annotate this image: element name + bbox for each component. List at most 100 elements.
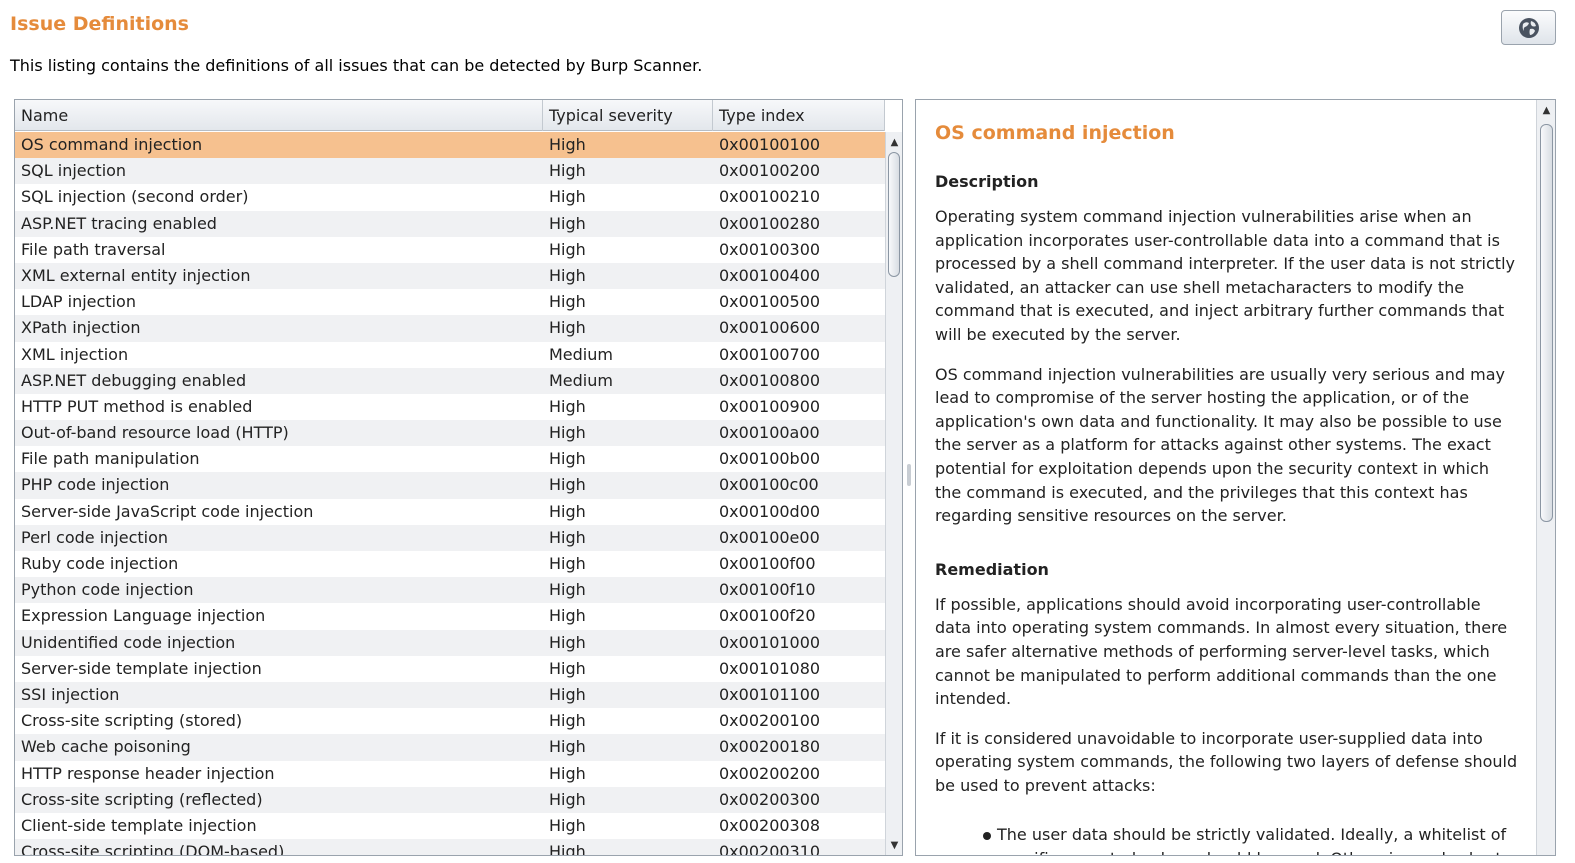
cell-severity: High	[549, 842, 586, 856]
cell-name: Out-of-band resource load (HTTP)	[21, 423, 289, 443]
cell-type-index: 0x00100300	[719, 239, 821, 259]
cell-name: SQL injection (second order)	[21, 187, 249, 207]
table-row[interactable]: Web cache poisoning High 0x00200180	[15, 734, 885, 761]
table-row[interactable]: HTTP response header injection High 0x0020…	[15, 761, 885, 787]
table-row[interactable]: XML external entity injection High 0x00100…	[15, 262, 885, 290]
cell-severity: Medium	[549, 344, 613, 364]
table-row[interactable]: Python code injection High 0x00100f10	[15, 577, 885, 604]
table-row[interactable]: File path traversal High 0x00100300	[15, 237, 885, 263]
column-header-type-index[interactable]: Type index	[713, 100, 885, 131]
cell-severity: High	[549, 684, 586, 704]
cell-name: File path manipulation	[21, 449, 200, 469]
table-row[interactable]: Client-side template injection High 0x0020…	[15, 813, 885, 839]
column-header-severity[interactable]: Typical severity	[543, 100, 713, 131]
table-row[interactable]: XPath injection High 0x00100600	[15, 315, 885, 342]
cell-type-index: 0x00101000	[719, 632, 821, 652]
cell-severity: High	[549, 265, 586, 285]
cell-name: File path traversal	[21, 239, 166, 259]
table-row[interactable]: SQL injection (second order) High 0x001002…	[15, 184, 885, 210]
cell-type-index: 0x00200308	[719, 815, 821, 835]
cell-type-index: 0x00100210	[719, 187, 821, 207]
cell-type-index: 0x00100d00	[719, 501, 821, 521]
cell-name: ASP.NET debugging enabled	[21, 370, 247, 390]
table-row[interactable]: Server-side JavaScript code injection Hig…	[15, 499, 885, 525]
table-row[interactable]: File path manipulation High 0x00100b00	[15, 446, 885, 472]
cell-type-index: 0x00200100	[719, 711, 821, 731]
cell-severity: High	[549, 187, 586, 207]
cell-name: XML injection	[21, 344, 129, 364]
cell-severity: Medium	[549, 370, 613, 390]
table-row[interactable]: Ruby code injection High 0x00100f00	[15, 551, 885, 577]
cell-severity: High	[549, 789, 586, 809]
remediation-paragraph: If it is considered unavoidable to incor…	[935, 728, 1518, 795]
scrollbar-thumb[interactable]	[1540, 124, 1553, 522]
table-row[interactable]: ASP.NET debugging enabled Medium 0x0010080…	[15, 367, 885, 394]
cell-severity: High	[549, 475, 586, 495]
cell-severity: High	[549, 606, 586, 626]
table-header: Name Typical severity Type index	[15, 100, 885, 131]
table-row[interactable]: Perl code injection High 0x00100e00	[15, 524, 885, 551]
scroll-up-arrow-icon[interactable]: ▲	[886, 134, 902, 151]
cell-type-index: 0x00200300	[719, 789, 821, 809]
cell-name: LDAP injection	[21, 292, 136, 312]
cell-name: Ruby code injection	[21, 554, 179, 573]
cell-type-index: 0x00100f20	[719, 606, 816, 626]
cell-type-index: 0x00100900	[719, 396, 821, 416]
cell-type-index: 0x00100200	[719, 161, 821, 181]
detail-scrollbar[interactable]: ▲	[1536, 100, 1555, 855]
cell-name: SQL injection	[21, 161, 127, 181]
cell-name: OS command injection	[21, 135, 203, 154]
cell-severity: High	[549, 135, 586, 154]
table-body: OS command injection High 0x00100100 SQL in…	[15, 132, 885, 856]
scroll-down-arrow-icon[interactable]: ▼	[886, 837, 902, 854]
table-row[interactable]: SQL injection High 0x00100200	[15, 158, 885, 185]
cell-name: ASP.NET tracing enabled	[21, 213, 217, 233]
table-row[interactable]: OS command injection High 0x00100100	[15, 132, 885, 159]
table-row[interactable]: Unidentified code injection High 0x0010100…	[15, 629, 885, 656]
table-row[interactable]: SSI injection High 0x00101100	[15, 681, 885, 709]
description-paragraph: Operating system command injection vulne…	[935, 207, 1515, 344]
scroll-up-arrow-icon[interactable]: ▲	[1537, 102, 1555, 119]
cell-type-index: 0x00100700	[719, 344, 821, 364]
cell-type-index: 0x00100280	[719, 213, 821, 233]
cell-name: Perl code injection	[21, 527, 169, 547]
cell-name: Expression Language injection	[21, 606, 266, 626]
table-row[interactable]: Cross-site scripting (stored) High 0x00200…	[15, 708, 885, 734]
description-heading: Description	[935, 172, 1039, 191]
splitter-grip-icon[interactable]	[907, 464, 911, 486]
scrollbar-thumb[interactable]	[888, 152, 900, 277]
cell-severity: High	[549, 292, 586, 312]
table-row[interactable]: ASP.NET tracing enabled High 0x00100280	[15, 210, 885, 237]
table-row[interactable]: Expression Language injection High 0x00100…	[15, 603, 885, 629]
table-scrollbar[interactable]: ▲ ▼	[885, 132, 902, 855]
table-row[interactable]: Server-side template injection High 0x0010…	[15, 656, 885, 682]
column-header-name[interactable]: Name	[15, 100, 543, 131]
remediation-paragraph: If possible, applications should avoid i…	[935, 594, 1508, 709]
table-row[interactable]: XML injection Medium 0x00100700	[15, 342, 885, 368]
table-row[interactable]: PHP code injection High 0x00100c00	[15, 472, 885, 499]
cell-type-index: 0x00100f00	[719, 554, 816, 573]
online-help-button[interactable]	[1501, 10, 1556, 45]
table-row[interactable]: Out-of-band resource load (HTTP) High 0x00…	[15, 420, 885, 447]
table-row[interactable]: Cross-site scripting (DOM-based) High 0x00…	[15, 839, 885, 856]
detail-title: OS command injection	[935, 122, 1175, 144]
cell-type-index: 0x00100100	[719, 135, 821, 154]
cell-severity: High	[549, 632, 586, 652]
cell-name: Unidentified code injection	[21, 632, 236, 652]
table-row[interactable]: LDAP injection High 0x00100500	[15, 289, 885, 315]
table-row[interactable]: Cross-site scripting (reflected) High 0x00…	[15, 786, 885, 813]
cell-name: Server-side JavaScript code injection	[21, 501, 314, 521]
cell-severity: High	[549, 239, 586, 259]
page-title: Issue Definitions	[10, 13, 189, 35]
cell-type-index: 0x00101100	[719, 684, 821, 704]
cell-type-index: 0x00100f10	[719, 580, 816, 600]
cell-severity: High	[549, 161, 586, 181]
cell-severity: High	[549, 501, 586, 521]
page-description: This listing contains the definitions of…	[10, 56, 703, 75]
cell-severity: High	[549, 423, 586, 443]
cell-type-index: 0x00100e00	[719, 527, 820, 547]
issue-table: Name Typical severity Type index OS comm…	[14, 99, 903, 856]
issue-detail-panel: OS command injection Description Operati…	[915, 99, 1556, 856]
table-row[interactable]: HTTP PUT method is enabled High 0x00100900	[15, 394, 885, 420]
panel-splitter[interactable]	[906, 99, 912, 856]
